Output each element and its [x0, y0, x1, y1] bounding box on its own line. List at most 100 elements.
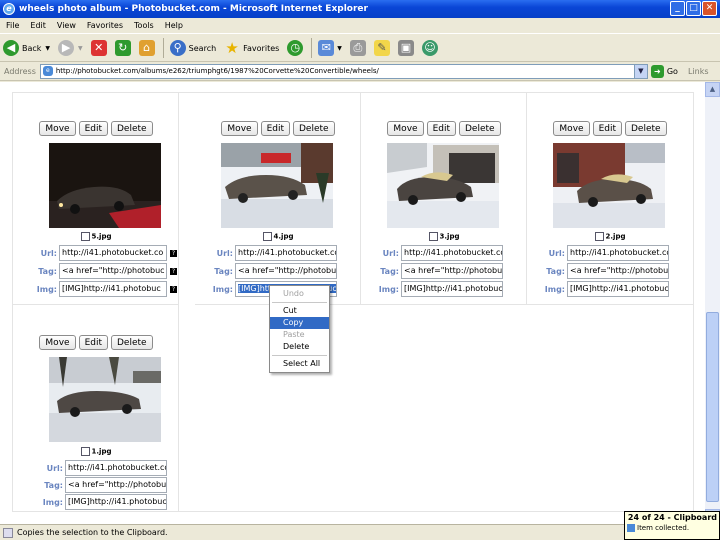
address-input[interactable]: e http://photobucket.com/albums/e262/tri… [39, 63, 648, 79]
messenger-button[interactable]: ☺ [419, 37, 441, 59]
move-button[interactable]: Move [39, 335, 76, 350]
move-button[interactable]: Move [553, 121, 590, 136]
menu-help[interactable]: Help [165, 21, 183, 30]
select-checkbox[interactable] [428, 232, 438, 241]
url-row: Url: http://i41.photobucket.co [535, 245, 669, 261]
address-bar: Address e http://photobucket.com/albums/… [0, 62, 720, 81]
scroll-thumb[interactable] [706, 312, 719, 502]
url-label: Url: [382, 248, 399, 258]
edit-photo-button[interactable]: Edit [260, 121, 290, 136]
edit-button[interactable]: ✎ [371, 37, 393, 59]
url-field[interactable]: http://i41.photobucket.co [567, 245, 669, 261]
move-button[interactable]: Move [221, 121, 258, 136]
help-icon[interactable]: ? [170, 285, 177, 293]
url-field[interactable]: http://i41.photobucket.co [235, 245, 337, 261]
go-label: Go [666, 66, 678, 76]
vertical-scrollbar[interactable]: ▲ ▼ [705, 82, 720, 524]
context-separator [272, 302, 327, 303]
url-row: Url: http://i41.photobucket.co [203, 245, 337, 261]
discuss-button[interactable]: ▣ [395, 37, 417, 59]
edit-photo-button[interactable]: Edit [592, 121, 622, 136]
menu-file[interactable]: File [6, 21, 19, 30]
photo-thumbnail[interactable] [49, 357, 161, 442]
go-button[interactable]: ➜ Go [650, 64, 678, 78]
print-button[interactable]: ⎙ [347, 37, 369, 59]
context-undo: Undo [283, 289, 304, 298]
delete-button[interactable]: Delete [111, 121, 153, 136]
notepad-icon: ✎ [373, 40, 390, 56]
links-button[interactable]: Links [688, 67, 709, 76]
tag-field[interactable]: <a href="http://photobu [235, 263, 337, 279]
photo-thumbnail[interactable] [553, 143, 665, 228]
address-dropdown-icon[interactable]: ▼ [633, 64, 647, 78]
forward-button[interactable]: ▶ ▼ [55, 37, 86, 59]
clipboard-title: 24 of 24 - Clipboard [627, 513, 717, 522]
tag-field[interactable]: <a href="http://photobuc [59, 263, 167, 279]
photo-thumbnail[interactable] [387, 143, 499, 228]
tag-label: Tag: [546, 266, 565, 276]
stop-button[interactable]: ✕ [88, 37, 110, 59]
home-button[interactable]: ⌂ [136, 37, 158, 59]
photo-filename: 5.jpg [91, 232, 112, 241]
delete-button[interactable]: Delete [293, 121, 335, 136]
edit-photo-button[interactable]: Edit [426, 121, 456, 136]
img-field[interactable]: [IMG]http://i41.photobuc [567, 281, 669, 297]
back-dropdown-icon[interactable]: ▼ [45, 45, 50, 52]
menu-favorites[interactable]: Favorites [87, 21, 123, 30]
select-checkbox[interactable] [262, 232, 272, 241]
tag-field[interactable]: <a href="http://photobuc [65, 477, 167, 493]
tag-row: Tag: <a href="http://photobu [203, 263, 337, 279]
context-delete[interactable]: Delete [270, 341, 329, 353]
photo-card: Move Edit Delete 5.jpg Url: http://i41.ph… [13, 93, 179, 305]
minimize-button[interactable]: _ [670, 1, 685, 16]
car-photo-brick-house [553, 143, 665, 228]
mail-button[interactable]: ✉ ▼ [315, 37, 345, 59]
edit-photo-button[interactable]: Edit [78, 121, 108, 136]
help-icon[interactable]: ? [170, 267, 177, 275]
url-row: Url: http://i41.photobucket.co [33, 460, 167, 476]
img-field[interactable]: [IMG]http://i41.photobuc [65, 494, 167, 510]
photo-thumbnail[interactable] [221, 143, 333, 228]
search-button[interactable]: ⚲ Search [167, 37, 219, 59]
favorites-label: Favorites [243, 43, 280, 53]
select-checkbox[interactable] [80, 232, 90, 241]
toolbar: ◀ Back ▼ ▶ ▼ ✕ ↻ ⌂ ⚲ Search ★ Favorites … [0, 35, 720, 62]
img-field[interactable]: [IMG]http://i41.photobuc [401, 281, 503, 297]
url-field[interactable]: http://i41.photobucket.co [59, 245, 167, 261]
context-copy[interactable]: Copy [270, 317, 329, 329]
delete-button[interactable]: Delete [625, 121, 667, 136]
photo-thumbnail[interactable] [49, 143, 161, 228]
context-select-all[interactable]: Select All [270, 358, 329, 370]
history-button[interactable]: ◷ [284, 37, 306, 59]
menu-view[interactable]: View [57, 21, 76, 30]
tag-row: Tag: <a href="http://photobuc [33, 477, 167, 493]
page-viewport: Move Edit Delete 5.jpg Url: http://i41.ph… [0, 82, 705, 524]
context-cut[interactable]: Cut [270, 305, 329, 317]
select-checkbox[interactable] [80, 447, 90, 456]
url-field[interactable]: http://i41.photobucket.co [401, 245, 503, 261]
close-button[interactable]: ✕ [702, 1, 717, 16]
car-photo-garage [387, 143, 499, 228]
tag-field[interactable]: <a href="http://photobuc [401, 263, 503, 279]
maximize-button[interactable]: □ [686, 1, 701, 16]
help-icon[interactable]: ? [170, 249, 177, 257]
menu-edit[interactable]: Edit [30, 21, 46, 30]
tag-field[interactable]: <a href="http://photobuc [567, 263, 669, 279]
refresh-button[interactable]: ↻ [112, 37, 134, 59]
url-label: Url: [216, 248, 233, 258]
back-button[interactable]: ◀ Back ▼ [0, 37, 53, 59]
move-button[interactable]: Move [39, 121, 76, 136]
forward-dropdown-icon[interactable]: ▼ [78, 45, 83, 52]
img-field[interactable]: [IMG]http://i41.photobuc [59, 281, 167, 297]
edit-photo-button[interactable]: Edit [78, 335, 108, 350]
select-checkbox[interactable] [594, 232, 604, 241]
scroll-up-button[interactable]: ▲ [705, 82, 720, 97]
delete-button[interactable]: Delete [459, 121, 501, 136]
menu-tools[interactable]: Tools [134, 21, 154, 30]
url-field[interactable]: http://i41.photobucket.co [65, 460, 167, 476]
move-button[interactable]: Move [387, 121, 424, 136]
favorites-button[interactable]: ★ Favorites [221, 37, 282, 59]
mail-dropdown-icon[interactable]: ▼ [337, 45, 342, 52]
clipboard-notification[interactable]: 24 of 24 - Clipboard Item collected. [624, 511, 720, 540]
delete-button[interactable]: Delete [111, 335, 153, 350]
